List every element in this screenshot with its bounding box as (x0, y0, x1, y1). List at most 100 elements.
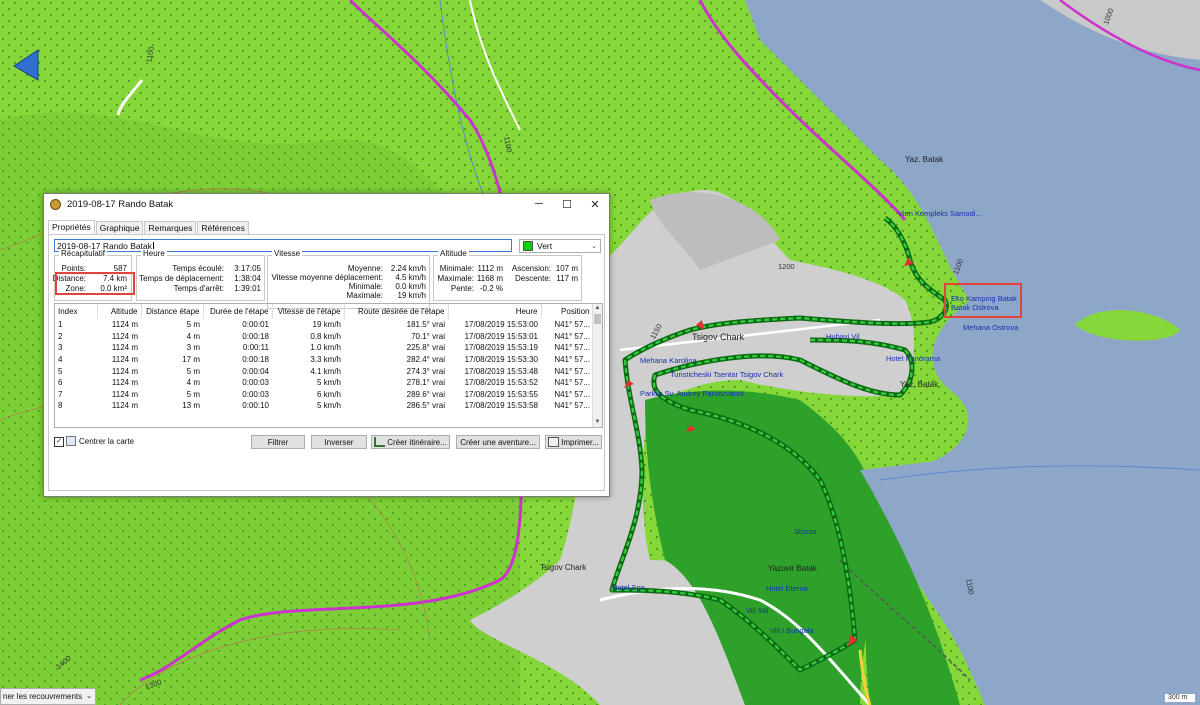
chevron-down-icon: ⌄ (86, 693, 92, 700)
table-cell: 17/08/2019 15:53:01 (464, 331, 538, 341)
tab-remarques[interactable]: Remarques (144, 221, 197, 234)
table-cell: 17/08/2019 15:53:55 (464, 389, 538, 399)
table-cell: 1124 m (111, 366, 138, 376)
table-cell: N41° 57... (554, 378, 590, 388)
slope-value: -0.2 % (479, 284, 503, 293)
color-swatch (523, 241, 533, 251)
table-cell: 3 m (186, 343, 200, 353)
column-header[interactable]: Vitesse de l'étape (272, 304, 345, 319)
filter-button[interactable]: Filtrer (251, 435, 305, 449)
poi-turisticheski[interactable]: Turisticheski Tsentar Tsigov Chark (670, 370, 783, 379)
slope-label: Pente: (450, 284, 474, 293)
maximize-button[interactable]: ☐ (553, 194, 581, 214)
print-button[interactable]: Imprimer... (545, 435, 602, 449)
table-cell: 4.1 km/h (310, 366, 341, 376)
poi-samodiva[interactable]: Vien Kompleks Samodi... (898, 209, 982, 218)
window-titlebar[interactable]: 2019-08-17 Rando Batak ─ ☐ ✕ (44, 194, 609, 214)
moving-time-label: Temps de déplacement: (139, 274, 224, 283)
highlight-box-distance (55, 272, 135, 295)
printer-icon (548, 437, 560, 447)
column-header[interactable]: Position (541, 304, 594, 319)
column-header[interactable]: Altitude (97, 304, 142, 319)
table-cell: 1124 m (111, 343, 138, 353)
table-cell: 3 (58, 343, 63, 353)
table-cell: 19 km/h (312, 320, 341, 330)
table-cell: 0:00:11 (242, 343, 269, 353)
table-cell: 1124 m (111, 355, 138, 365)
poi-karolina[interactable]: Mehana Karolina (640, 356, 697, 365)
table-cell: 225.8° vrai (406, 343, 445, 353)
table-cell: 7 (58, 389, 63, 399)
table-cell: 0:00:03 (242, 378, 269, 388)
properties-panel: 2019-08-17 Rando Batak Vert ⌄ Récapitula… (48, 234, 605, 491)
column-header[interactable]: Index (55, 304, 98, 319)
invert-button[interactable]: Inverser (311, 435, 367, 449)
column-header[interactable]: Durée de l'étape (203, 304, 273, 319)
table-row[interactable]: 5 1124 m 5 m 0:00:04 4.1 km/h 274.3° vrai 17/0… (55, 365, 593, 377)
table-cell: 0:00:18 (242, 355, 269, 365)
table-cell: N41° 57... (554, 320, 590, 330)
poi-sv-andrey[interactable]: Parklis Sv. Andrey Parvozvanni (640, 389, 744, 398)
group-heure-title: Heure (141, 249, 167, 258)
table-cell: 4 m (186, 378, 200, 388)
tab-proprietes[interactable]: Propriétés (48, 220, 95, 235)
close-button[interactable]: ✕ (581, 194, 609, 214)
table-cell: 17/08/2019 15:53:30 (464, 355, 538, 365)
poi-mehana-ostrova[interactable]: Mehana Ostrova (963, 323, 1018, 332)
table-row[interactable]: 2 1124 m 4 m 0:00:18 0.8 km/h 70.1° vrai 17/08… (55, 331, 593, 343)
column-header[interactable]: Distance étape (141, 304, 204, 319)
table-row[interactable]: 3 1124 m 3 m 0:00:11 1.0 km/h 225.8° vrai 17/0… (55, 342, 593, 354)
trackpoints-table[interactable]: Index Altitude Distance étape Durée de l'ét… (54, 303, 603, 428)
poi-hotel-eterno[interactable]: Hotel Eterno (766, 584, 808, 593)
table-cell: 6 (58, 378, 63, 388)
elapsed-time-value: 3:17:05 (234, 264, 261, 273)
table-cell: 5 km/h (316, 378, 341, 388)
center-map-checkbox[interactable]: ✓ (54, 437, 64, 447)
table-cell: 5 m (186, 389, 200, 399)
create-route-button[interactable]: Créer itinéraire... (371, 435, 450, 449)
table-scrollbar[interactable]: ▲ ▼ (592, 304, 602, 427)
overlay-dropdown[interactable]: ner les recouvrements ⌄ (0, 688, 96, 705)
poi-slozos[interactable]: Slozos (794, 527, 817, 536)
table-row[interactable]: 1 1124 m 5 m 0:00:01 19 km/h 181.5° vrai 17/08… (55, 319, 593, 331)
table-row[interactable]: 4 1124 m 17 m 0:00:18 3.3 km/h 282.4° vrai 17/… (55, 354, 593, 366)
scroll-down-icon[interactable]: ▼ (593, 418, 602, 427)
poi-vili-stil[interactable]: Vili Stil (746, 606, 768, 615)
poi-hubavi[interactable]: Hubavi Vil (826, 332, 860, 341)
minimize-button[interactable]: ─ (525, 194, 553, 214)
group-altitude: Altitude Minimale: 1112 m Maximale: 1168… (433, 249, 582, 301)
group-recap-title: Récapitulatif (59, 249, 108, 258)
table-cell: 274.3° vrai (406, 366, 445, 376)
column-header[interactable]: Route désirée de l'étape (344, 304, 449, 319)
poi-vili-bungala[interactable]: Vili I Bungala (770, 626, 814, 635)
table-cell: 0:00:18 (242, 331, 269, 341)
poi-hotel-spa[interactable]: Hotel Spa (612, 583, 645, 592)
column-header[interactable]: Heure (448, 304, 542, 319)
stopped-time-value: 1:39:01 (234, 284, 261, 293)
table-row[interactable]: 7 1124 m 5 m 0:00:03 6 km/h 289.6° vrai 17/08/… (55, 389, 593, 401)
speed-max-value: 19 km/h (397, 291, 426, 300)
poi-panorama[interactable]: Hotel Panorama (886, 354, 940, 363)
scroll-up-icon[interactable]: ▲ (593, 304, 602, 313)
route-icon (374, 437, 386, 447)
create-route-label: Créer itinéraire... (387, 437, 447, 447)
map-label-yaz-batak: Yaz. Batak (900, 380, 939, 389)
table-cell: 278.1° vrai (406, 378, 445, 388)
color-select[interactable]: Vert ⌄ (519, 239, 601, 253)
table-cell: 1124 m (111, 378, 138, 388)
table-cell: 0.8 km/h (310, 331, 341, 341)
alt-max-value: 1168 m (476, 274, 503, 283)
alt-max-label: Maximale: (437, 274, 474, 283)
table-cell: 0:00:03 (242, 389, 269, 399)
ascent-label: Ascension: (511, 264, 551, 273)
table-row[interactable]: 6 1124 m 4 m 0:00:03 5 km/h 278.1° vrai 17/08/… (55, 377, 593, 389)
tab-graphique[interactable]: Graphique (95, 221, 144, 234)
tab-references[interactable]: Références (197, 221, 249, 234)
group-altitude-title: Altitude (438, 249, 469, 258)
group-vitesse: Vitesse Moyenne: 2.24 km/h Vitesse moyen… (267, 249, 430, 309)
create-adventure-button[interactable]: Créer une aventure... (456, 435, 540, 449)
scroll-thumb[interactable] (594, 314, 601, 324)
table-cell: 1124 m (111, 320, 138, 330)
table-cell: 1.0 km/h (310, 343, 341, 353)
table-row[interactable]: 8 1124 m 13 m 0:00:10 5 km/h 286.5° vrai 17/08… (55, 400, 593, 412)
